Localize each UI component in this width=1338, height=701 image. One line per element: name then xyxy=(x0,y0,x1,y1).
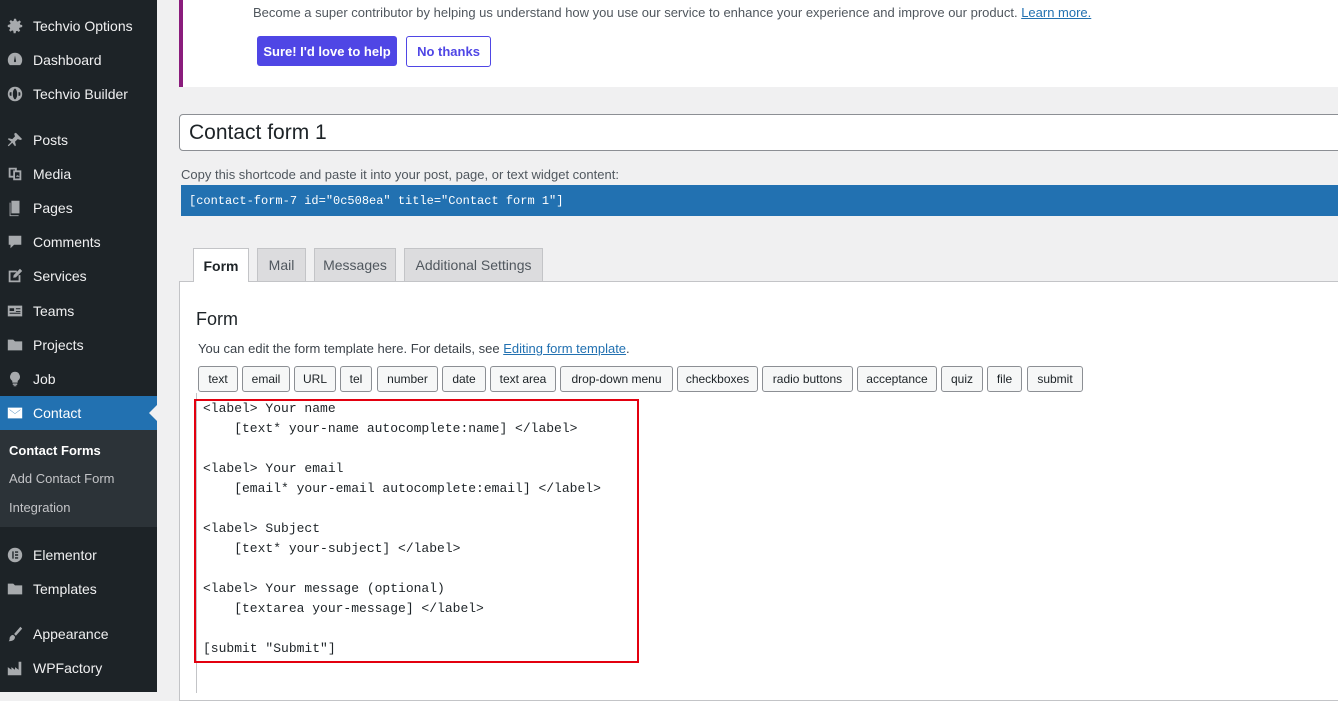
sidebar-item-projects[interactable]: Projects xyxy=(0,328,157,362)
tag-button-submit[interactable]: submit xyxy=(1027,366,1083,392)
editing-form-template-link[interactable]: Editing form template xyxy=(503,341,626,356)
tab-messages[interactable]: Messages xyxy=(314,248,396,281)
id-card-icon xyxy=(5,301,25,321)
paintbrush-icon xyxy=(5,624,25,644)
sidebar-item-label: Templates xyxy=(33,581,97,597)
media-icon xyxy=(5,164,25,184)
tag-button-acceptance[interactable]: acceptance xyxy=(857,366,937,392)
sidebar-item-job[interactable]: Job xyxy=(0,362,157,396)
tab-mail[interactable]: Mail xyxy=(257,248,306,281)
sidebar-item-posts[interactable]: Posts xyxy=(0,123,157,157)
sidebar-item-label: Techvio Builder xyxy=(33,86,128,102)
learn-more-link[interactable]: Learn more. xyxy=(1021,5,1091,20)
sidebar-item-label: Services xyxy=(33,268,87,284)
elementor-icon xyxy=(5,545,25,565)
sidebar-item-dashboard[interactable]: Dashboard xyxy=(0,43,157,77)
sidebar-item-comments[interactable]: Comments xyxy=(0,225,157,259)
submenu-item-contact-forms[interactable]: Contact Forms xyxy=(9,443,101,458)
tag-button-number[interactable]: number xyxy=(377,366,438,392)
notice-spacer xyxy=(183,0,233,87)
folder-icon xyxy=(5,335,25,355)
tag-button-drop-down-menu[interactable]: drop-down menu xyxy=(560,366,673,392)
notice-message: Become a super contributor by helping us… xyxy=(253,5,1018,20)
dashboard-icon xyxy=(5,50,25,70)
sidebar-item-label: Elementor xyxy=(33,547,97,563)
sidebar-item-label: Comments xyxy=(33,234,101,250)
sidebar-item-label: Pages xyxy=(33,200,73,216)
sidebar-item-appearance[interactable]: Appearance xyxy=(0,617,157,651)
shortcode-hint: Copy this shortcode and paste it into yo… xyxy=(181,167,619,182)
accept-feedback-button[interactable]: Sure! I'd love to help xyxy=(257,36,397,66)
sidebar-item-pages[interactable]: Pages xyxy=(0,191,157,225)
sidebar-item-label: Dashboard xyxy=(33,52,102,68)
sidebar-item-label: Appearance xyxy=(33,626,109,642)
tag-button-file[interactable]: file xyxy=(987,366,1022,392)
sidebar-item-templates[interactable]: Templates xyxy=(0,572,157,606)
edit-icon xyxy=(5,266,25,286)
tag-button-radio-buttons[interactable]: radio buttons xyxy=(762,366,853,392)
panel-title: Form xyxy=(196,309,238,329)
panel-description-text: You can edit the form template here. For… xyxy=(198,341,500,356)
submenu-item-integration[interactable]: Integration xyxy=(9,500,70,515)
tag-button-text-area[interactable]: text area xyxy=(490,366,556,392)
sidebar-item-label: Contact xyxy=(33,405,82,421)
admin-sidebar: Techvio Options Dashboard Techvio Builde… xyxy=(0,0,157,692)
sidebar-item-media[interactable]: Media xyxy=(0,157,157,191)
sidebar-item-label: Projects xyxy=(33,337,84,353)
gear-icon xyxy=(5,16,25,36)
contact-submenu: Contact Forms Add Contact Form Integrati… xyxy=(0,430,157,527)
form-title-input[interactable] xyxy=(179,114,1338,151)
feedback-notice: Become a super contributor by helping us… xyxy=(179,0,1338,87)
folder-icon xyxy=(5,579,25,599)
sidebar-item-teams[interactable]: Teams xyxy=(0,294,157,328)
tag-button-tel[interactable]: tel xyxy=(340,366,372,392)
sidebar-item-label: Techvio Options xyxy=(33,18,133,34)
panel-description-end: . xyxy=(626,341,630,356)
pages-icon xyxy=(5,198,25,218)
notice-text: Become a super contributor by helping us… xyxy=(253,5,1091,20)
shortcode-field[interactable]: [contact-form-7 id="0c508ea" title="Cont… xyxy=(181,185,1338,216)
factory-icon xyxy=(5,658,25,678)
tab-additional-settings[interactable]: Additional Settings xyxy=(404,248,543,281)
sidebar-item-elementor[interactable]: Elementor xyxy=(0,538,157,572)
tag-button-email[interactable]: email xyxy=(242,366,290,392)
tag-button-text[interactable]: text xyxy=(198,366,238,392)
tag-button-quiz[interactable]: quiz xyxy=(941,366,983,392)
tag-button-url[interactable]: URL xyxy=(294,366,336,392)
comment-icon xyxy=(5,232,25,252)
lightbulb-icon xyxy=(5,369,25,389)
tag-button-checkboxes[interactable]: checkboxes xyxy=(677,366,758,392)
sidebar-item-label: WPFactory xyxy=(33,660,103,676)
tag-button-date[interactable]: date xyxy=(442,366,486,392)
sidebar-item-contact[interactable]: Contact xyxy=(0,396,157,430)
sidebar-item-techvio-options[interactable]: Techvio Options xyxy=(0,9,157,43)
pin-icon xyxy=(5,130,25,150)
globe-icon xyxy=(5,84,25,104)
envelope-icon xyxy=(5,403,25,423)
sidebar-item-label: Job xyxy=(33,371,56,387)
form-template-code[interactable]: <label> Your name [text* your-name autoc… xyxy=(203,399,601,659)
sidebar-item-label: Posts xyxy=(33,132,69,148)
sidebar-item-label: Media xyxy=(33,166,72,182)
decline-feedback-button[interactable]: No thanks xyxy=(406,36,491,67)
panel-description: You can edit the form template here. For… xyxy=(198,341,630,356)
submenu-item-add-contact-form[interactable]: Add Contact Form xyxy=(9,471,115,486)
tab-form[interactable]: Form xyxy=(193,248,249,282)
sidebar-item-label: Teams xyxy=(33,303,75,319)
sidebar-item-services[interactable]: Services xyxy=(0,259,157,293)
sidebar-item-techvio-builder[interactable]: Techvio Builder xyxy=(0,77,157,111)
sidebar-item-wpfactory[interactable]: WPFactory xyxy=(0,651,157,685)
